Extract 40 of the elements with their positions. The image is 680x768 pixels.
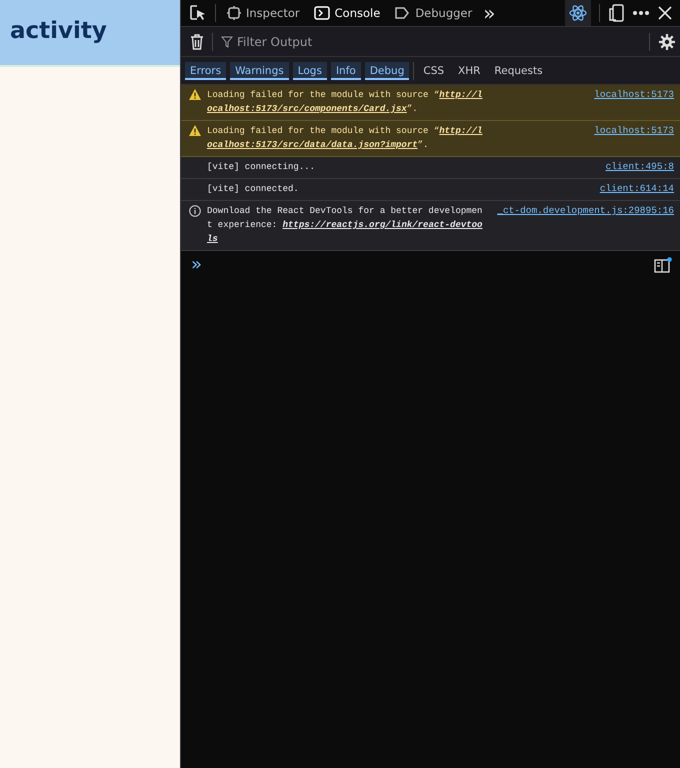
filter-toggle[interactable]: XHR xyxy=(453,62,486,80)
more-options-icon[interactable] xyxy=(632,10,650,16)
filter-toggle[interactable]: Requests xyxy=(489,62,548,80)
source-link[interactable]: _ct-dom.development.js:29895:16 xyxy=(493,204,674,218)
source-link[interactable]: client:614:14 xyxy=(596,182,674,196)
filter-toggle[interactable]: CSS xyxy=(418,62,450,80)
responsive-mode-icon[interactable] xyxy=(608,4,624,22)
message-text: [vite] connecting... xyxy=(207,161,316,174)
filter-input[interactable]: Filter Output xyxy=(237,34,437,48)
react-devtools-button[interactable] xyxy=(565,0,591,26)
filter-toggle[interactable]: Logs xyxy=(292,62,327,80)
element-picker-icon[interactable] xyxy=(189,4,207,22)
more-tools-button[interactable]: » xyxy=(483,3,496,23)
close-icon[interactable] xyxy=(658,6,672,20)
devtools-tab[interactable]: Debugger xyxy=(391,6,476,20)
settings-icon[interactable] xyxy=(658,32,676,50)
message-text: Loading failed for the module with source “http://localhost:5173/src/data/data.json?import”. xyxy=(207,125,484,152)
trash-icon[interactable] xyxy=(190,34,204,50)
devtools-tab[interactable]: Inspector xyxy=(224,6,303,20)
devtools-tab[interactable]: Console xyxy=(310,6,384,20)
filter-icon xyxy=(221,36,233,48)
terminal-icon xyxy=(314,6,330,20)
source-link[interactable]: localhost:5173 xyxy=(590,88,674,102)
filter-toggle[interactable]: Info xyxy=(330,62,361,80)
source-link[interactable]: localhost:5173 xyxy=(590,124,674,138)
message-text: Loading failed for the module with source “http://localhost:5173/src/components/Card.jsx”. xyxy=(207,89,484,116)
warning-icon xyxy=(189,89,201,100)
editor-toggle-icon[interactable] xyxy=(654,257,672,273)
source-link[interactable]: client:495:8 xyxy=(602,160,674,174)
message-text: [vite] connected. xyxy=(207,183,300,196)
page-heading: activity xyxy=(10,18,107,44)
warning-icon xyxy=(189,125,201,136)
tag-icon xyxy=(394,6,410,20)
info-icon xyxy=(189,205,201,217)
filter-toggle[interactable]: Debug xyxy=(364,62,410,80)
filter-toggle[interactable]: Errors xyxy=(185,62,226,80)
message-text: Download the React DevTools for a better development experience: https://reactjs.org/link/react-devtools xyxy=(207,205,484,246)
filter-toggle[interactable]: Warnings xyxy=(230,62,289,80)
prompt-chevron: » xyxy=(191,256,202,274)
frame-icon xyxy=(227,6,241,20)
